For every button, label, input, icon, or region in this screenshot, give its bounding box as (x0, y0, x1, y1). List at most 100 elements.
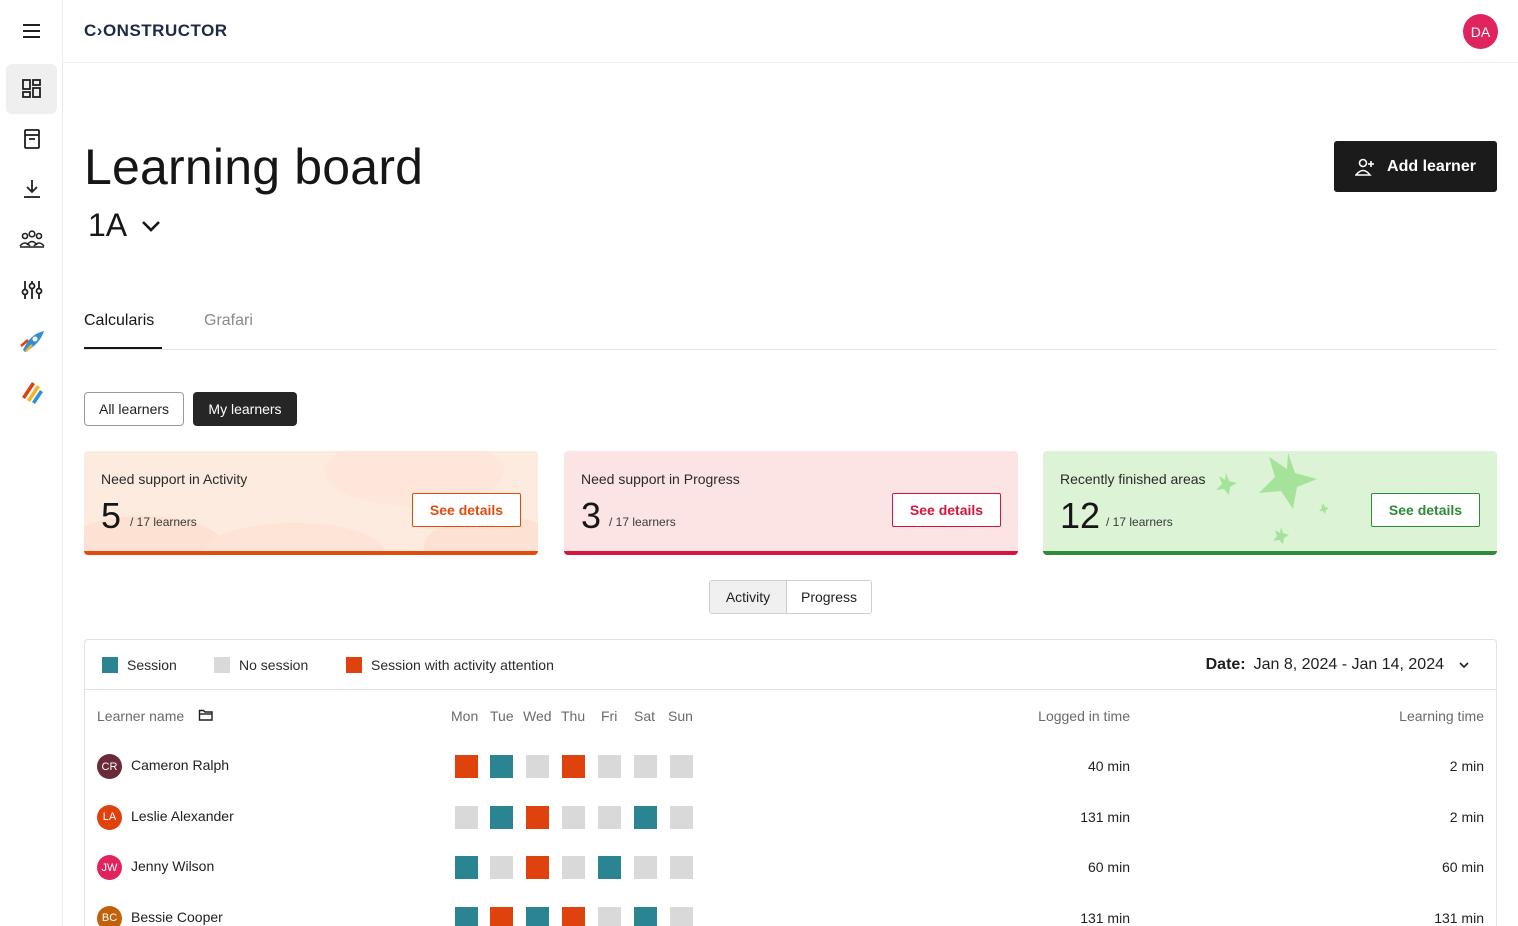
legend-attention: Session with activity attention (346, 657, 554, 673)
sliders-icon (21, 281, 42, 299)
card-total: / 17 learners (130, 515, 197, 529)
table-row[interactable]: BC Bessie Cooper 131 min 131 min (85, 893, 1496, 926)
col-header-sun: Sun (668, 708, 693, 724)
book-icon (23, 129, 40, 149)
card-accent-bar (564, 551, 1018, 555)
date-range-picker[interactable]: Date: Jan 8, 2024 - Jan 14, 2024 (1206, 656, 1470, 674)
table-row[interactable]: JW Jenny Wilson 60 min 60 min (85, 842, 1496, 892)
day-cell-mon (455, 755, 478, 778)
day-cell-fri (598, 906, 621, 926)
chevron-down-icon (1459, 662, 1469, 669)
see-details-button[interactable]: See details (412, 493, 521, 527)
learning-time: 2 min (1449, 808, 1484, 825)
sidebar-item-dashboard[interactable] (6, 64, 57, 114)
sidebar (0, 0, 63, 926)
day-cell-fri (598, 755, 621, 778)
learner-avatar: JW (97, 855, 122, 880)
card-accent-bar (84, 551, 538, 555)
sidebar-item-settings[interactable] (6, 265, 57, 315)
col-header-fri: Fri (601, 708, 618, 724)
card-finished-areas: Recently finished areas 12 / 17 learners… (1043, 451, 1497, 555)
see-details-button[interactable]: See details (1371, 493, 1480, 527)
learner-avatar: BC (97, 905, 122, 926)
card-support-progress: Need support in Progress 3 / 17 learners… (564, 451, 1018, 555)
day-cell-fri (598, 856, 621, 879)
table-row[interactable]: LA Leslie Alexander 131 min 2 min (85, 792, 1496, 842)
day-cell-wed (526, 856, 549, 879)
no-session-swatch (214, 657, 230, 673)
logged-in-time: 40 min (1087, 758, 1130, 774)
legend-bar: Session No session Session with activity… (85, 640, 1496, 690)
legend-label: Session with activity attention (371, 657, 554, 673)
day-cell-mon (455, 906, 478, 926)
learner-name[interactable]: Jenny Wilson (131, 858, 214, 874)
user-avatar[interactable]: DA (1463, 14, 1498, 49)
card-count: 12 (1060, 495, 1101, 536)
see-details-button[interactable]: See details (892, 493, 1001, 527)
day-cell-sat (634, 856, 657, 879)
learner-name[interactable]: Bessie Cooper (131, 909, 223, 925)
sidebar-item-library[interactable] (6, 114, 57, 164)
day-cell-tue (490, 856, 513, 879)
folder-icon[interactable] (198, 708, 214, 722)
date-label: Date: (1205, 656, 1246, 673)
table-row[interactable]: CR Cameron Ralph 40 min 2 min (85, 741, 1496, 791)
top-bar: C›ONSTRUCTOR DA (63, 0, 1518, 63)
sidebar-item-downloads[interactable] (6, 164, 57, 214)
day-cell-fri (598, 805, 621, 829)
activity-table: Session No session Session with activity… (84, 639, 1497, 926)
col-header-name[interactable]: Learner name (97, 708, 214, 724)
filter-my-learners[interactable]: My learners (193, 392, 297, 426)
attention-swatch (346, 657, 362, 673)
day-cell-sun (670, 906, 693, 926)
card-count: 3 (581, 495, 602, 536)
filter-all-learners[interactable]: All learners (84, 392, 184, 426)
card-accent-bar (1043, 551, 1497, 555)
card-count: 5 (101, 495, 122, 536)
legend-no-session: No session (214, 657, 308, 673)
active-tab-indicator (84, 347, 162, 349)
date-value: Jan 8, 2024 - Jan 14, 2024 (1253, 656, 1444, 673)
group-icon (18, 230, 45, 248)
class-name: 1A (88, 207, 128, 243)
menu-button[interactable] (6, 6, 57, 56)
col-header-tue: Tue (490, 708, 514, 724)
day-cell-mon (455, 805, 478, 829)
learner-name[interactable]: Cameron Ralph (131, 757, 229, 773)
col-header-learning: Learning time (1399, 708, 1484, 724)
sidebar-item-learners[interactable] (6, 214, 57, 264)
day-cell-tue (490, 906, 513, 926)
card-label: Need support in Progress (581, 471, 740, 487)
tab-grafari[interactable]: Grafari (204, 312, 253, 330)
sidebar-item-grafari[interactable] (6, 367, 57, 417)
col-header-thu: Thu (561, 708, 586, 724)
brand-logo[interactable]: C›ONSTRUCTOR (84, 21, 228, 41)
learner-name[interactable]: Leslie Alexander (131, 808, 234, 824)
view-progress[interactable]: Progress (787, 581, 871, 613)
col-header-sat: Sat (634, 708, 656, 724)
legend-label: Session (127, 657, 177, 673)
logged-in-time: 131 min (1080, 808, 1130, 825)
day-cell-sun (670, 805, 693, 829)
day-cell-thu (562, 755, 585, 778)
pencils-app-icon (21, 382, 43, 404)
day-cell-thu (562, 906, 585, 926)
tab-calcularis[interactable]: Calcularis (84, 312, 154, 330)
view-activity[interactable]: Activity (710, 581, 787, 613)
learning-time: 131 min (1434, 909, 1484, 926)
day-cell-tue (490, 755, 513, 778)
add-user-icon (1355, 158, 1375, 176)
day-cell-tue (490, 805, 513, 829)
card-label: Recently finished areas (1060, 471, 1206, 487)
day-cell-wed (526, 906, 549, 926)
card-label: Need support in Activity (101, 471, 248, 487)
day-cell-wed (526, 755, 549, 778)
logged-in-time: 60 min (1087, 859, 1130, 875)
add-learner-button[interactable]: Add learner (1334, 141, 1497, 192)
card-total: / 17 learners (609, 515, 676, 529)
day-cell-sat (634, 755, 657, 778)
chevron-down-icon (142, 220, 161, 232)
dashboard-icon (21, 79, 41, 98)
class-selector[interactable]: 1A (88, 207, 161, 244)
sidebar-item-calcularis[interactable] (6, 316, 57, 366)
